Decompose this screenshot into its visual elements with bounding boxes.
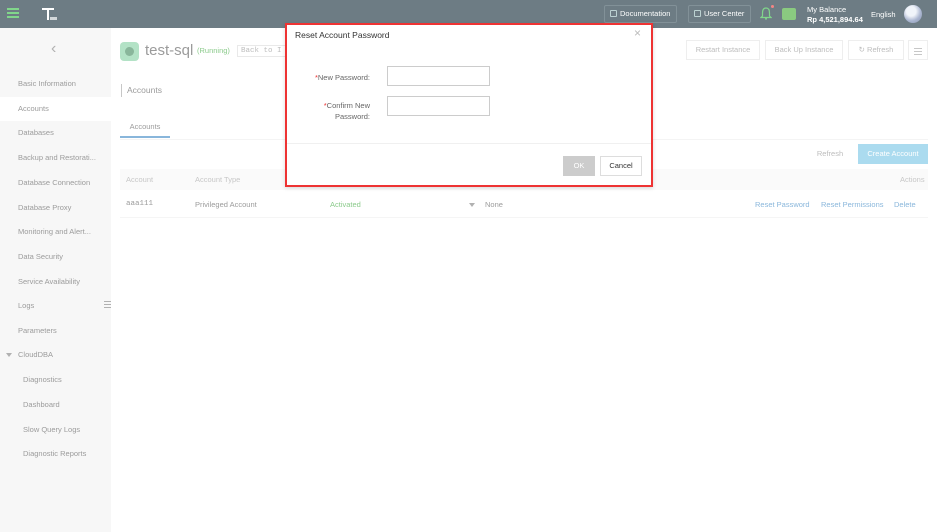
new-password-label: *New Password: (290, 72, 370, 83)
confirm-password-label-line2: Password: (334, 112, 370, 121)
new-password-input[interactable] (387, 66, 490, 86)
dialog-title: Reset Account Password (295, 30, 390, 40)
confirm-password-label: *Confirm New Password: (290, 100, 370, 122)
cancel-button[interactable]: Cancel (600, 156, 642, 176)
dialog-footer-divider (287, 143, 651, 144)
confirm-password-input[interactable] (387, 96, 490, 116)
close-icon[interactable]: × (634, 26, 641, 40)
reset-password-dialog: Reset Account Password × *New Password: … (285, 23, 653, 187)
confirm-password-label-line1: Confirm New (326, 101, 370, 110)
ok-button[interactable]: OK (563, 156, 595, 176)
new-password-label-text: New Password: (317, 73, 370, 82)
